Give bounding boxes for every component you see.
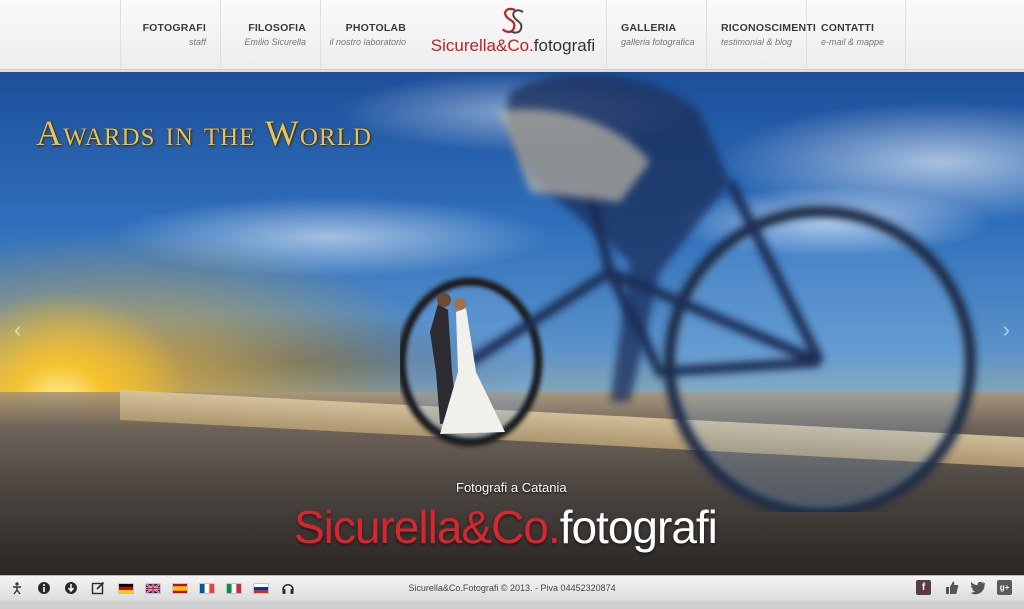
browser-bottom-edge [0, 601, 1024, 609]
nav-title: FOTOGRAFI [142, 22, 206, 34]
nav-subtitle: il nostro laboratorio [329, 37, 406, 47]
logo-text-red: Sicurella&Co. [430, 36, 534, 55]
hero-brand-red: Sicurella&Co. [294, 501, 561, 553]
logo-text-dark: fotografi [533, 36, 596, 55]
nav-item-filosofia[interactable]: FILOSOFIA Emilio Sicurella [220, 0, 320, 68]
nav-item-fotografi[interactable]: FOTOGRAFI staff [120, 0, 220, 68]
nav-title: RICONOSCIMENTI [721, 22, 816, 34]
nav-item-contatti[interactable]: CONTATTI e-mail & mappe [806, 0, 906, 68]
nav-title: CONTATTI [821, 22, 875, 34]
logo-mark-icon [501, 7, 524, 34]
hero-slider: Awards in the World Fotografi a Catania … [0, 72, 1024, 575]
logo-text: Sicurella&Co.fotografi [420, 36, 606, 56]
footer-bar: Sicurella&Co.Fotografi © 2013. - Piva 04… [0, 575, 1024, 601]
hero-photo-cyclist [400, 74, 976, 512]
nav-subtitle: testimonial & blog [721, 37, 793, 47]
google-plus-icon[interactable]: g+ [997, 580, 1012, 595]
nav-subtitle: staff [188, 37, 206, 47]
nav-title: PHOTOLAB [345, 22, 406, 34]
like-icon[interactable] [944, 580, 959, 595]
site-logo[interactable]: Sicurella&Co.fotografi [420, 4, 606, 66]
slider-next-arrow-icon[interactable]: › [1003, 317, 1010, 343]
nav-subtitle: galleria fotografica [621, 37, 695, 47]
nav-title: GALLERIA [621, 22, 677, 34]
nav-item-galleria[interactable]: GALLERIA galleria fotografica [606, 0, 706, 68]
slider-prev-arrow-icon[interactable]: ‹ [14, 317, 21, 343]
hero-brand: Sicurella&Co.fotografi [294, 500, 718, 554]
hero-subtitle: Fotografi a Catania [456, 480, 567, 495]
main-navigation: FOTOGRAFI staff FILOSOFIA Emilio Sicurel… [0, 0, 1024, 70]
nav-item-photolab[interactable]: PHOTOLAB il nostro laboratorio [320, 0, 420, 68]
nav-title: FILOSOFIA [248, 22, 306, 34]
facebook-icon[interactable]: f [916, 580, 931, 595]
nav-item-riconoscimenti[interactable]: RICONOSCIMENTI testimonial & blog [706, 0, 816, 68]
nav-subtitle: e-mail & mappe [821, 37, 885, 47]
copyright-text: Sicurella&Co.Fotografi © 2013. - Piva 04… [408, 583, 616, 593]
twitter-icon[interactable] [970, 580, 986, 595]
hero-brand-white: fotografi [559, 501, 718, 553]
nav-subtitle: Emilio Sicurella [244, 37, 306, 47]
hero-title: Awards in the World [36, 113, 372, 153]
